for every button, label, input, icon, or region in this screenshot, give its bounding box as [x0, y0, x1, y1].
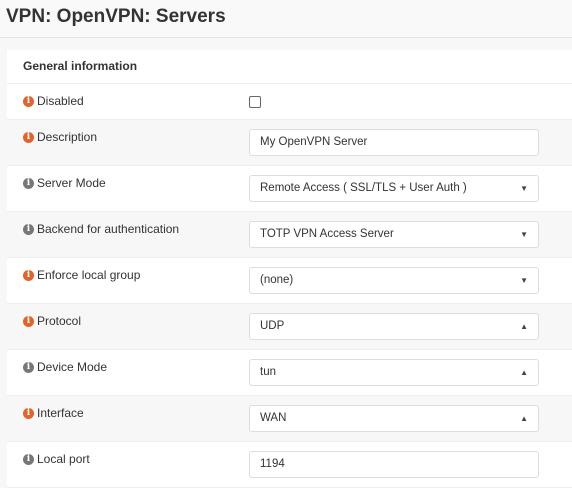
caret-icon: ▲ — [520, 414, 528, 423]
server-mode-label: Server Mode — [37, 176, 106, 190]
protocol-value: UDP — [260, 320, 285, 332]
info-icon[interactable]: i — [23, 315, 34, 327]
local-port-value: 1194 — [260, 458, 285, 470]
enforce-local-group-label: Enforce local group — [37, 268, 141, 282]
interface-label: Interface — [37, 406, 84, 420]
local-port-input[interactable]: 1194 — [249, 451, 539, 478]
description-label: Description — [37, 130, 98, 144]
device-mode-label: Device Mode — [37, 360, 108, 374]
caret-icon: ▼ — [520, 230, 528, 239]
caret-icon: ▼ — [520, 184, 528, 193]
page-header: VPN: OpenVPN: Servers — [0, 0, 572, 38]
device-mode-select[interactable]: tun ▲ — [249, 359, 539, 386]
local-port-label: Local port — [37, 452, 90, 466]
interface-select[interactable]: WAN ▲ — [249, 405, 539, 432]
interface-value: WAN — [260, 412, 287, 424]
info-icon[interactable]: i — [23, 269, 34, 281]
disabled-checkbox[interactable] — [249, 96, 261, 108]
caret-icon: ▲ — [520, 322, 528, 331]
section-title: General information — [7, 50, 572, 84]
server-mode-value: Remote Access ( SSL/TLS + User Auth ) — [260, 182, 467, 194]
description-input[interactable]: My OpenVPN Server — [249, 129, 539, 156]
row-enforce-local-group: i Enforce local group (none) ▼ — [7, 258, 572, 304]
protocol-label: Protocol — [37, 314, 82, 328]
disabled-label: Disabled — [37, 94, 84, 108]
description-value: My OpenVPN Server — [260, 136, 368, 148]
row-backend-for-authentication: i Backend for authentication TOTP VPN Acce… — [7, 212, 572, 258]
row-disabled: i Disabled — [7, 84, 572, 120]
row-protocol: i Protocol UDP ▲ — [7, 304, 572, 350]
backend-for-authentication-label: Backend for authentication — [37, 222, 180, 236]
enforce-local-group-value: (none) — [260, 274, 294, 286]
page-title: VPN: OpenVPN: Servers — [6, 6, 226, 27]
info-icon[interactable]: i — [23, 223, 34, 235]
info-icon[interactable]: i — [23, 453, 34, 465]
caret-icon: ▼ — [520, 276, 528, 285]
protocol-select[interactable]: UDP ▲ — [249, 313, 539, 340]
row-description: i Description My OpenVPN Server — [7, 120, 572, 166]
info-icon[interactable]: i — [23, 407, 34, 419]
row-local-port: i Local port 1194 — [7, 442, 572, 488]
row-interface: i Interface WAN ▲ — [7, 396, 572, 442]
general-information-panel: General information i Disabled i Descriptio… — [7, 50, 572, 488]
info-icon[interactable]: i — [23, 131, 34, 143]
info-icon[interactable]: i — [23, 177, 34, 189]
info-icon[interactable]: i — [23, 95, 34, 107]
backend-for-authentication-select[interactable]: TOTP VPN Access Server ▼ — [249, 221, 539, 248]
enforce-local-group-select[interactable]: (none) ▼ — [249, 267, 539, 294]
backend-for-authentication-value: TOTP VPN Access Server — [260, 228, 394, 240]
caret-icon: ▲ — [520, 368, 528, 377]
row-device-mode: i Device Mode tun ▲ — [7, 350, 572, 396]
info-icon[interactable]: i — [23, 361, 34, 373]
device-mode-value: tun — [260, 366, 276, 378]
server-mode-select[interactable]: Remote Access ( SSL/TLS + User Auth ) ▼ — [249, 175, 539, 202]
row-server-mode: i Server Mode Remote Access ( SSL/TLS + Us… — [7, 166, 572, 212]
